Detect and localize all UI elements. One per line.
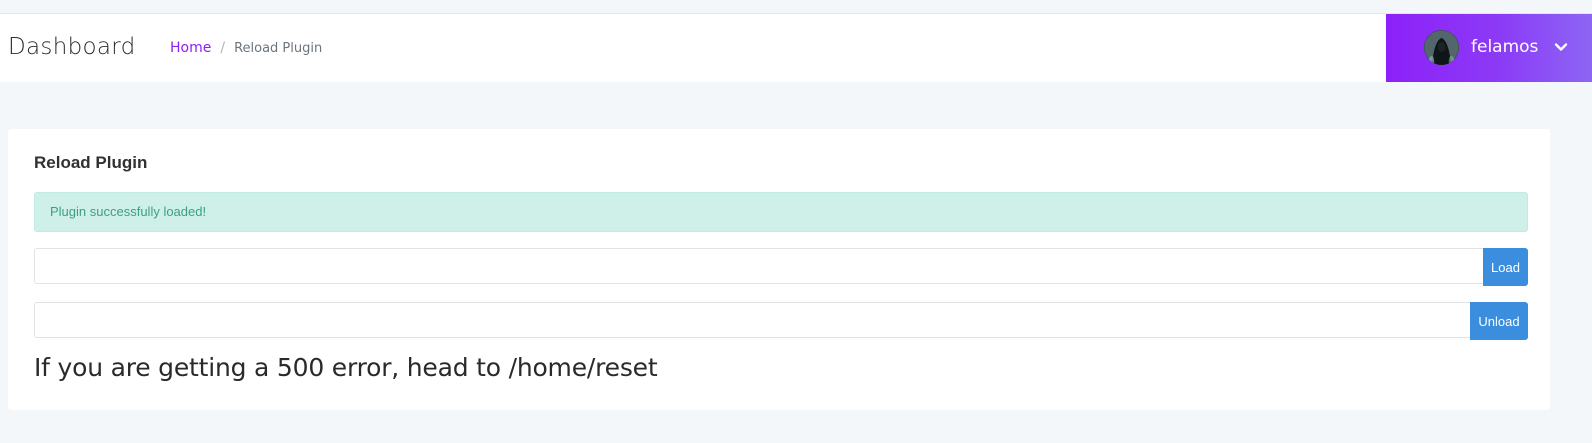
top-header: Dashboard Home / Reload Plugin felamos (0, 14, 1592, 82)
avatar[interactable] (1424, 30, 1459, 65)
reload-plugin-card: Reload Plugin Plugin successfully loaded… (8, 129, 1550, 410)
load-plugin-input[interactable] (34, 248, 1484, 284)
card-title: Reload Plugin (34, 153, 148, 172)
load-button[interactable]: Load (1483, 248, 1528, 286)
unload-row: Unload (34, 302, 1528, 340)
breadcrumb-separator: / (220, 40, 226, 56)
success-alert: Plugin successfully loaded! (34, 192, 1528, 232)
page-title: Dashboard (8, 34, 136, 60)
username[interactable]: felamos (1471, 37, 1538, 57)
load-row: Load (34, 248, 1528, 286)
breadcrumb: Home / Reload Plugin (170, 40, 322, 56)
breadcrumb-home-link[interactable]: Home (170, 40, 211, 56)
reset-hint: If you are getting a 500 error, head to … (34, 353, 658, 382)
unload-button[interactable]: Unload (1470, 302, 1528, 340)
breadcrumb-current: Reload Plugin (234, 40, 323, 56)
unload-plugin-input[interactable] (34, 302, 1471, 338)
user-menu[interactable]: felamos (1386, 14, 1592, 82)
chevron-down-icon[interactable] (1554, 40, 1568, 54)
